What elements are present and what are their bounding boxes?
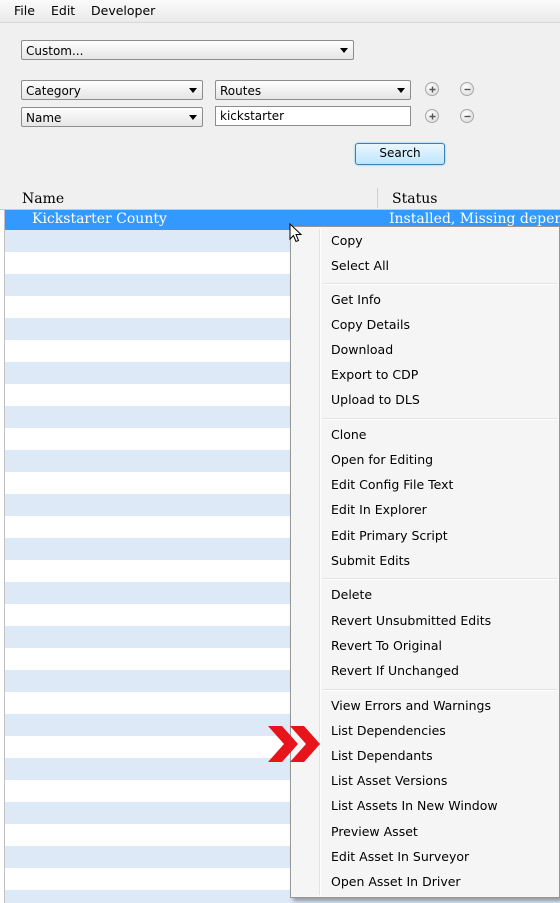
filter1-value: Routes [220,84,262,98]
menu-item-list-dependencies[interactable]: List Dependencies [331,723,446,738]
menu-separator [323,578,557,580]
remove-filter-button[interactable] [460,82,474,96]
asset-status: Installed, Missing dependencies [389,211,560,227]
column-header-status[interactable]: Status [392,191,437,207]
mouse-cursor-icon [289,223,303,243]
list-header: Name Status [0,188,560,210]
menu-item-preview-asset[interactable]: Preview Asset [331,824,418,839]
menu-edit[interactable]: Edit [51,3,75,18]
menu-item-export-to-cdp[interactable]: Export to CDP [331,367,418,382]
asset-name: Kickstarter County [32,211,167,227]
filter1-field-value: Category [26,84,81,98]
filter-panel: Custom... Category Routes Name kickstart… [0,23,560,188]
add-filter-button[interactable] [425,109,439,123]
menu-item-list-assets-in-new-window[interactable]: List Assets In New Window [331,798,498,813]
plus-icon [429,113,436,120]
filter1-field-dropdown[interactable]: Category [21,80,203,100]
menu-item-list-dependants[interactable]: List Dependants [331,748,433,763]
chevron-down-icon [397,88,405,93]
filter2-field-value: Name [26,111,62,125]
menu-item-revert-unsubmitted-edits[interactable]: Revert Unsubmitted Edits [331,613,491,628]
menu-item-download[interactable]: Download [331,342,393,357]
add-filter-button[interactable] [425,82,439,96]
menu-item-edit-primary-script[interactable]: Edit Primary Script [331,528,448,543]
column-divider[interactable] [377,188,378,208]
menu-item-view-errors-and-warnings[interactable]: View Errors and Warnings [331,698,491,713]
menu-item-copy-details[interactable]: Copy Details [331,317,410,332]
menu-item-revert-to-original[interactable]: Revert To Original [331,638,442,653]
menu-separator [323,418,557,420]
menu-item-edit-asset-in-surveyor[interactable]: Edit Asset In Surveyor [331,849,469,864]
menu-file[interactable]: File [14,3,35,18]
menu-item-select-all[interactable]: Select All [331,258,389,273]
menu-item-submit-edits[interactable]: Submit Edits [331,553,410,568]
menu-separator [323,283,557,285]
menu-item-copy[interactable]: Copy [331,233,363,248]
chevron-down-icon [340,48,348,53]
filter1-value-dropdown[interactable]: Routes [215,80,411,100]
preset-dropdown[interactable]: Custom... [21,40,354,60]
menu-item-list-asset-versions[interactable]: List Asset Versions [331,773,447,788]
chevron-down-icon [189,115,197,120]
filter2-field-dropdown[interactable]: Name [21,107,203,127]
menu-item-edit-in-explorer[interactable]: Edit In Explorer [331,502,427,517]
menu-item-revert-if-unchanged[interactable]: Revert If Unchanged [331,663,459,678]
menu-item-open-asset-in-driver[interactable]: Open Asset In Driver [331,874,461,889]
context-menu: Copy Select All Get Info Copy Details Do… [290,226,560,898]
filter2-value-input[interactable]: kickstarter [215,106,411,126]
remove-filter-button[interactable] [460,109,474,123]
menu-item-get-info[interactable]: Get Info [331,292,381,307]
menu-item-upload-to-dls[interactable]: Upload to DLS [331,392,420,407]
menu-gutter [319,229,321,895]
minus-icon [464,88,471,91]
menu-item-clone[interactable]: Clone [331,427,366,442]
menu-item-delete[interactable]: Delete [331,587,372,602]
minus-icon [464,115,471,118]
preset-value: Custom... [26,44,84,58]
chevron-down-icon [189,88,197,93]
column-header-name[interactable]: Name [22,191,64,207]
plus-icon [429,86,436,93]
menu-bar: File Edit Developer [0,0,560,23]
menu-item-edit-config-file-text[interactable]: Edit Config File Text [331,477,453,492]
search-button[interactable]: Search [355,143,445,165]
menu-item-open-for-editing[interactable]: Open for Editing [331,452,433,467]
red-double-chevron-icon [268,726,320,762]
menu-developer[interactable]: Developer [91,3,155,18]
menu-separator [323,689,557,691]
